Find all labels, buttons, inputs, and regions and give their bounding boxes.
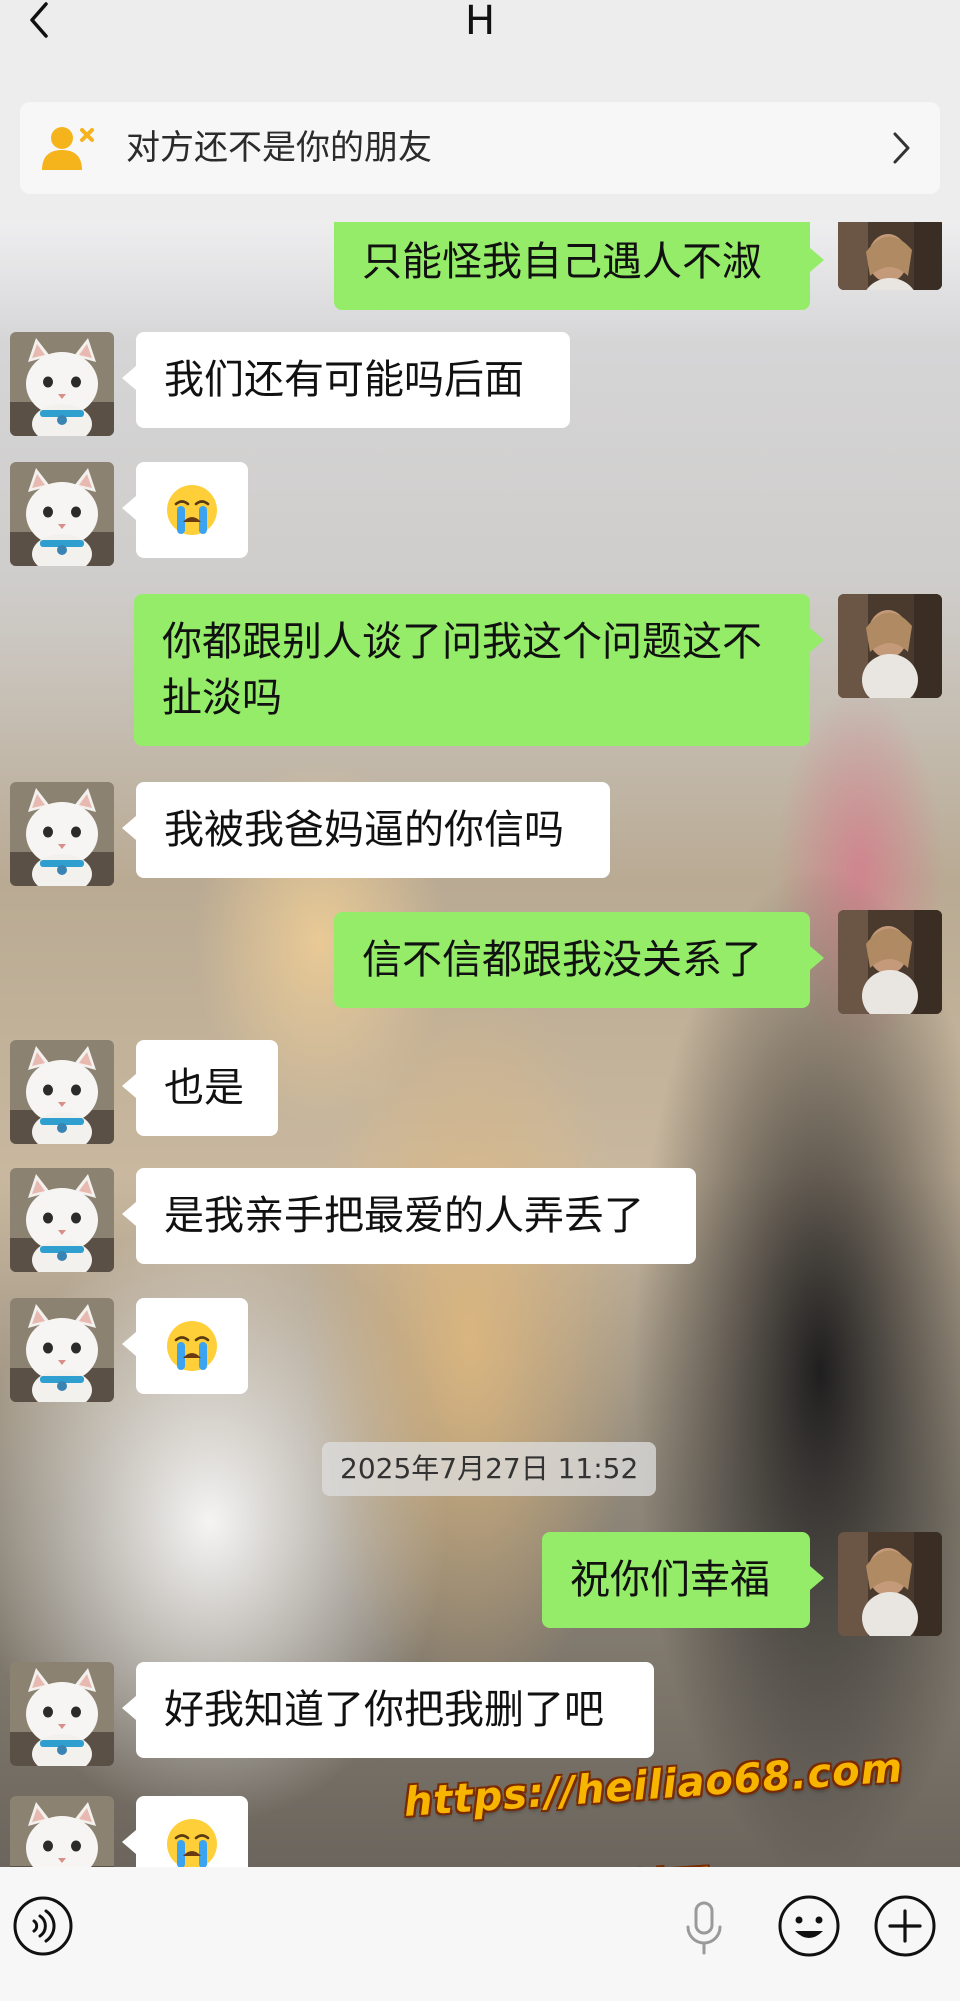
message-bubble-incoming[interactable]: 好我知道了你把我删了吧 — [122, 1662, 654, 1758]
not-friend-text: 对方还不是你的朋友 — [126, 128, 432, 168]
message-bubble-outgoing[interactable]: 祝你们幸福 — [542, 1532, 824, 1628]
emoji-face-icon[interactable] — [776, 1893, 842, 1959]
not-friend-banner[interactable]: 对方还不是你的朋友 — [20, 102, 940, 194]
avatar-contact[interactable] — [10, 332, 114, 436]
avatar-contact[interactable] — [10, 1040, 114, 1144]
loudly-crying-face-icon — [164, 482, 220, 538]
message-bubble-incoming-emoji[interactable] — [122, 462, 248, 558]
message-bubble-incoming[interactable]: 我被我爸妈逼的你信吗 — [122, 782, 610, 878]
microphone-icon[interactable] — [676, 1897, 732, 1957]
avatar-contact[interactable] — [10, 462, 114, 566]
chevron-right-icon — [890, 130, 914, 166]
chat-area[interactable]: 只能怪我自己遇人不淑 我们还有可能吗后面 你都跟别人谈了问我这个问题这不扯淡吗 … — [0, 222, 960, 1867]
message-bubble-incoming[interactable]: 我们还有可能吗后面 — [122, 332, 570, 428]
avatar-self[interactable] — [838, 594, 942, 698]
message-bubble-outgoing[interactable]: 你都跟别人谈了问我这个问题这不扯淡吗 — [134, 594, 824, 746]
chat-title: H — [464, 0, 496, 44]
avatar-self[interactable] — [838, 1532, 942, 1636]
message-bubble-outgoing[interactable]: 只能怪我自己遇人不淑 — [334, 222, 824, 310]
avatar-contact[interactable] — [10, 782, 114, 886]
message-bubble-outgoing[interactable]: 信不信都跟我没关系了 — [334, 912, 824, 1008]
avatar-self[interactable] — [838, 222, 942, 290]
message-bubble-incoming[interactable]: 也是 — [122, 1040, 278, 1136]
input-bar — [0, 1867, 960, 2001]
message-bubble-incoming[interactable]: 是我亲手把最爱的人弄丢了 — [122, 1168, 696, 1264]
voice-input-icon[interactable] — [12, 1895, 74, 1957]
avatar-contact[interactable] — [10, 1662, 114, 1766]
message-timestamp: 2025年7月27日 11:52 — [322, 1442, 657, 1496]
avatar-contact[interactable] — [10, 1298, 114, 1402]
message-bubble-incoming-emoji[interactable] — [122, 1298, 248, 1394]
avatar-self[interactable] — [838, 910, 942, 1014]
loudly-crying-face-icon — [164, 1816, 220, 1867]
loudly-crying-face-icon — [164, 1318, 220, 1374]
avatar-contact[interactable] — [10, 1168, 114, 1272]
plus-circle-icon[interactable] — [872, 1893, 938, 1959]
top-bar: H — [0, 0, 960, 82]
avatar-contact[interactable] — [10, 1796, 114, 1867]
user-remove-icon — [40, 124, 96, 174]
message-input[interactable] — [90, 1891, 650, 1963]
message-bubble-incoming-emoji[interactable] — [122, 1796, 248, 1867]
